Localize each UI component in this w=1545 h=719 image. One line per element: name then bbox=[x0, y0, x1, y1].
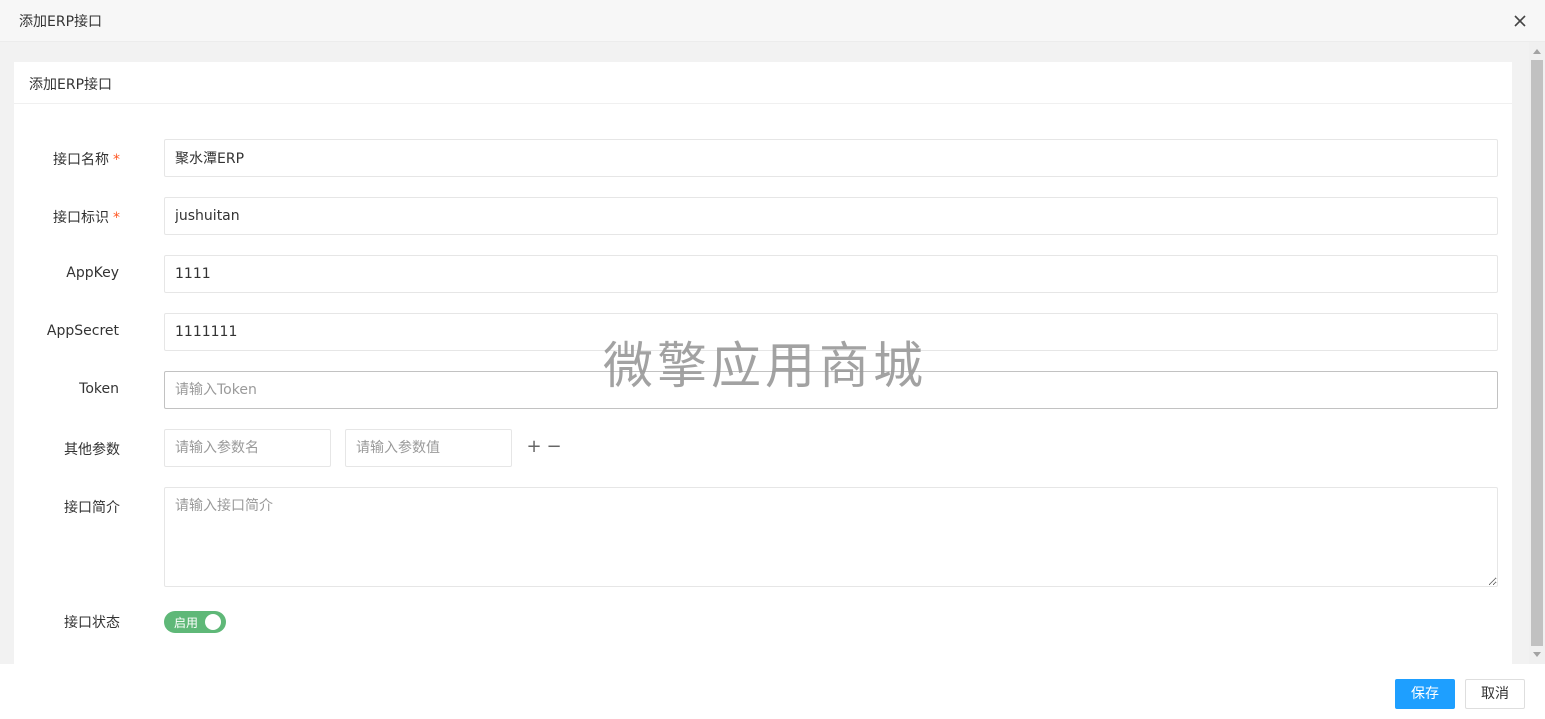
card-title: 添加ERP接口 bbox=[29, 77, 113, 93]
form-row-description: 接口简介 bbox=[14, 487, 1512, 587]
cancel-button[interactable]: 取消 bbox=[1465, 679, 1525, 709]
form-row-identifier: 接口标识 * bbox=[14, 197, 1512, 235]
vertical-scrollbar[interactable] bbox=[1529, 42, 1545, 664]
switch-text: 启用 bbox=[174, 616, 199, 630]
identifier-label: 接口标识 * bbox=[53, 210, 120, 226]
form-row-appsecret: AppSecret bbox=[14, 313, 1512, 351]
param-name-input[interactable] bbox=[164, 429, 331, 467]
description-label: 接口简介 bbox=[64, 500, 120, 516]
appsecret-label: AppSecret bbox=[46, 323, 119, 339]
other-params-label: 其他参数 bbox=[64, 442, 120, 458]
scrollbar-thumb[interactable] bbox=[1531, 60, 1543, 646]
close-icon[interactable] bbox=[1508, 9, 1532, 33]
card-header: 添加ERP接口 bbox=[14, 62, 1512, 104]
scroll-up-icon[interactable] bbox=[1533, 49, 1541, 54]
token-input[interactable] bbox=[164, 371, 1498, 409]
token-label: Token bbox=[79, 381, 119, 397]
form-row-status: 接口状态 启用 bbox=[14, 610, 1512, 634]
description-textarea[interactable] bbox=[164, 487, 1498, 587]
required-marker: * bbox=[113, 152, 120, 168]
save-button[interactable]: 保存 bbox=[1395, 679, 1455, 709]
appkey-label: AppKey bbox=[66, 265, 119, 281]
name-input[interactable] bbox=[164, 139, 1498, 177]
form-row-other-params: 其他参数 + − bbox=[14, 429, 1512, 467]
status-switch[interactable]: 启用 bbox=[164, 611, 226, 633]
status-label: 接口状态 bbox=[64, 615, 120, 631]
form-row-token: Token bbox=[14, 371, 1512, 409]
switch-knob bbox=[205, 614, 221, 630]
remove-param-button[interactable]: − bbox=[546, 435, 562, 459]
add-param-button[interactable]: + bbox=[526, 435, 542, 459]
form-row-name: 接口名称 * bbox=[14, 139, 1512, 177]
param-value-input[interactable] bbox=[345, 429, 512, 467]
appsecret-input[interactable] bbox=[164, 313, 1498, 351]
form-row-appkey: AppKey bbox=[14, 255, 1512, 293]
form-card: 添加ERP接口 接口名称* 接口标识* AppKey AppSecret Tok… bbox=[14, 62, 1512, 664]
dialog-footer: 保存 取消 bbox=[0, 664, 1545, 719]
dialog-titlebar: 添加ERP接口 bbox=[0, 0, 1545, 42]
name-label: 接口名称 * bbox=[53, 152, 120, 168]
required-marker: * bbox=[113, 210, 120, 226]
scroll-down-icon[interactable] bbox=[1533, 652, 1541, 657]
appkey-input[interactable] bbox=[164, 255, 1498, 293]
identifier-input[interactable] bbox=[164, 197, 1498, 235]
dialog-title: 添加ERP接口 bbox=[19, 14, 103, 30]
